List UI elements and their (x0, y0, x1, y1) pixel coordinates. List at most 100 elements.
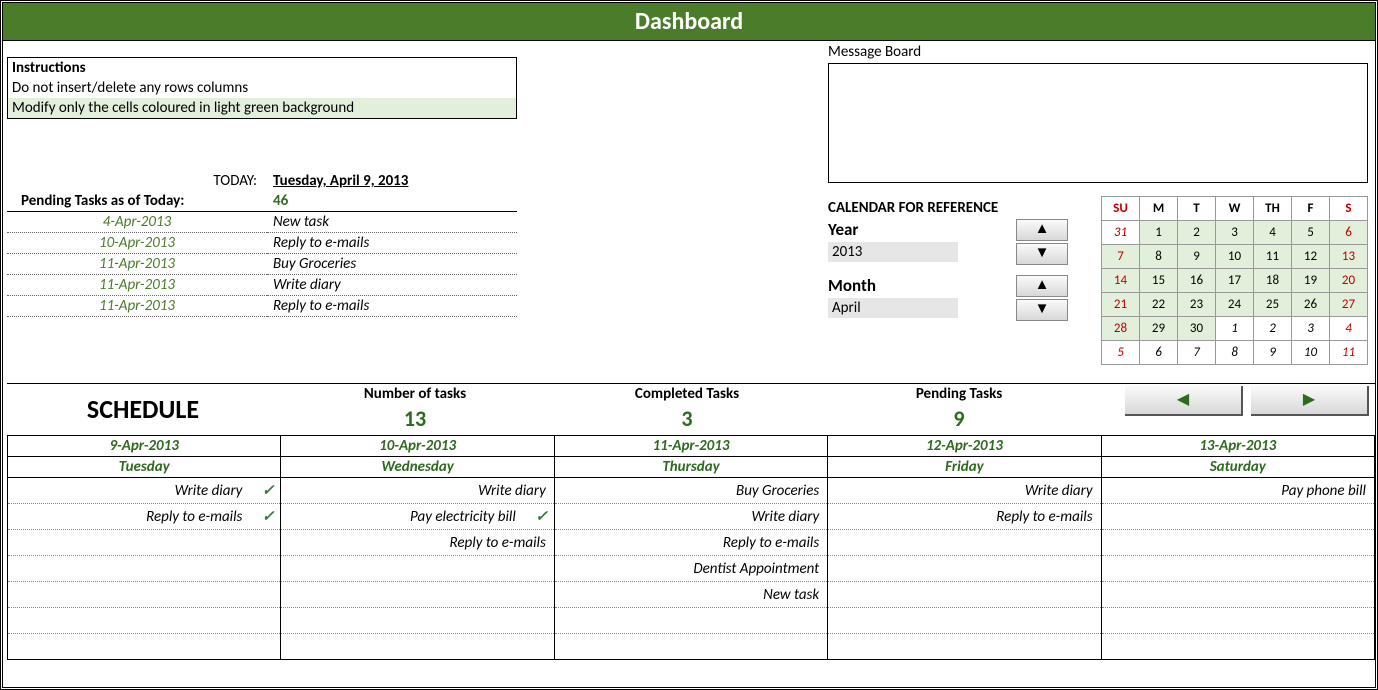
mini-cal-day[interactable]: 2 (1178, 221, 1216, 245)
schedule-task-cell[interactable] (828, 634, 1101, 660)
year-input[interactable]: 2013 (828, 242, 958, 262)
mini-cal-dow: SU (1102, 197, 1140, 221)
mini-cal-day[interactable]: 3 (1292, 317, 1330, 341)
mini-cal-day[interactable]: 1 (1140, 221, 1178, 245)
schedule-task-cell[interactable]: Reply to e-mails (828, 504, 1101, 530)
schedule-task-cell[interactable]: Pay phone bill (1101, 478, 1374, 504)
mini-cal-day[interactable]: 15 (1140, 269, 1178, 293)
schedule-task-cell[interactable] (828, 582, 1101, 608)
year-up-button[interactable]: ▲ (1016, 219, 1068, 241)
schedule-task-cell[interactable] (1101, 634, 1374, 660)
mini-cal-day[interactable]: 2 (1254, 317, 1292, 341)
mini-cal-dow: T (1178, 197, 1216, 221)
calendar-reference: CALENDAR FOR REFERENCE Year 2013 ▲ ▼ Mon… (828, 199, 1068, 321)
month-input[interactable]: April (828, 298, 958, 318)
mini-cal-day[interactable]: 25 (1254, 293, 1292, 317)
mini-cal-day[interactable]: 7 (1178, 341, 1216, 365)
mini-cal-day[interactable]: 4 (1254, 221, 1292, 245)
schedule-prev-button[interactable]: ◀ (1125, 386, 1243, 416)
completed-tasks-value: 3 (551, 404, 823, 433)
schedule-task-cell[interactable]: Write diary (828, 478, 1101, 504)
schedule-next-button[interactable]: ▶ (1251, 386, 1369, 416)
mini-cal-day[interactable]: 10 (1292, 341, 1330, 365)
schedule-task-cell[interactable] (8, 530, 281, 556)
schedule-task-text: Write diary (289, 482, 545, 500)
schedule-task-cell[interactable]: Buy Groceries (554, 478, 827, 504)
message-board-input[interactable] (828, 63, 1368, 183)
schedule-task-cell[interactable] (828, 608, 1101, 634)
schedule-task-cell[interactable] (554, 634, 827, 660)
schedule-day-date: 9-Apr-2013 (8, 436, 281, 457)
schedule-task-cell[interactable] (8, 556, 281, 582)
schedule-task-cell[interactable]: Write diary✓ (8, 478, 281, 504)
mini-cal-day[interactable]: 4 (1330, 317, 1368, 341)
mini-cal-day[interactable]: 5 (1292, 221, 1330, 245)
mini-cal-day[interactable]: 8 (1140, 245, 1178, 269)
schedule-task-cell[interactable] (1101, 556, 1374, 582)
year-down-button[interactable]: ▼ (1016, 243, 1068, 265)
pending-task-name: Reply to e-mails (267, 233, 517, 254)
mini-cal-day[interactable]: 8 (1216, 341, 1254, 365)
schedule-task-cell[interactable] (8, 634, 281, 660)
mini-cal-day[interactable]: 22 (1140, 293, 1178, 317)
mini-cal-day[interactable]: 5 (1102, 341, 1140, 365)
month-up-button[interactable]: ▲ (1016, 275, 1068, 297)
mini-cal-day[interactable]: 19 (1292, 269, 1330, 293)
mini-cal-day[interactable]: 1 (1216, 317, 1254, 341)
schedule-task-cell[interactable]: New task (554, 582, 827, 608)
mini-cal-day[interactable]: 27 (1330, 293, 1368, 317)
mini-cal-day[interactable]: 11 (1330, 341, 1368, 365)
mini-cal-day[interactable]: 12 (1292, 245, 1330, 269)
mini-cal-day[interactable]: 20 (1330, 269, 1368, 293)
schedule-task-cell[interactable] (828, 556, 1101, 582)
schedule-task-cell[interactable] (8, 582, 281, 608)
schedule-task-cell[interactable] (554, 608, 827, 634)
mini-cal-day[interactable]: 18 (1254, 269, 1292, 293)
mini-cal-day[interactable]: 17 (1216, 269, 1254, 293)
pending-task-date: 11-Apr-2013 (7, 296, 267, 317)
mini-cal-day[interactable]: 7 (1102, 245, 1140, 269)
completed-tasks-label: Completed Tasks (551, 384, 823, 404)
schedule-task-cell[interactable] (281, 634, 554, 660)
schedule-task-cell[interactable] (1101, 608, 1374, 634)
schedule-task-cell[interactable]: Write diary (281, 478, 554, 504)
mini-cal-day[interactable]: 28 (1102, 317, 1140, 341)
mini-cal-day[interactable]: 16 (1178, 269, 1216, 293)
pending-task-date: 4-Apr-2013 (7, 212, 267, 233)
mini-cal-day[interactable]: 9 (1178, 245, 1216, 269)
schedule-task-cell[interactable] (1101, 504, 1374, 530)
mini-cal-day[interactable]: 21 (1102, 293, 1140, 317)
schedule-task-cell[interactable] (281, 608, 554, 634)
month-down-button[interactable]: ▼ (1016, 299, 1068, 321)
mini-cal-day[interactable]: 24 (1216, 293, 1254, 317)
mini-cal-day[interactable]: 13 (1330, 245, 1368, 269)
today-label: TODAY: (7, 171, 267, 191)
pending-task-date: 11-Apr-2013 (7, 275, 267, 296)
mini-cal-day[interactable]: 6 (1330, 221, 1368, 245)
mini-cal-day[interactable]: 3 (1216, 221, 1254, 245)
mini-cal-day[interactable]: 26 (1292, 293, 1330, 317)
schedule-task-cell[interactable] (8, 608, 281, 634)
mini-cal-day[interactable]: 10 (1216, 245, 1254, 269)
schedule-task-cell[interactable]: Reply to e-mails✓ (8, 504, 281, 530)
schedule-task-cell[interactable]: Pay electricity bill✓ (281, 504, 554, 530)
mini-cal-day[interactable]: 6 (1140, 341, 1178, 365)
mini-cal-day[interactable]: 14 (1102, 269, 1140, 293)
mini-cal-day[interactable]: 9 (1254, 341, 1292, 365)
schedule-task-cell[interactable]: Reply to e-mails (281, 530, 554, 556)
schedule-day-dow: Friday (828, 457, 1101, 478)
mini-cal-day[interactable]: 30 (1178, 317, 1216, 341)
schedule-task-cell[interactable] (1101, 530, 1374, 556)
schedule-task-cell[interactable] (1101, 582, 1374, 608)
schedule-task-cell[interactable]: Reply to e-mails (554, 530, 827, 556)
mini-cal-day[interactable]: 23 (1178, 293, 1216, 317)
schedule-task-cell[interactable]: Write diary (554, 504, 827, 530)
mini-cal-day[interactable]: 31 (1102, 221, 1140, 245)
schedule-task-cell[interactable]: Dentist Appointment (554, 556, 827, 582)
schedule-task-cell[interactable] (281, 582, 554, 608)
schedule-grid: 9-Apr-201310-Apr-201311-Apr-201312-Apr-2… (7, 435, 1375, 660)
schedule-task-cell[interactable] (828, 530, 1101, 556)
schedule-task-cell[interactable] (281, 556, 554, 582)
mini-cal-day[interactable]: 29 (1140, 317, 1178, 341)
mini-cal-day[interactable]: 11 (1254, 245, 1292, 269)
